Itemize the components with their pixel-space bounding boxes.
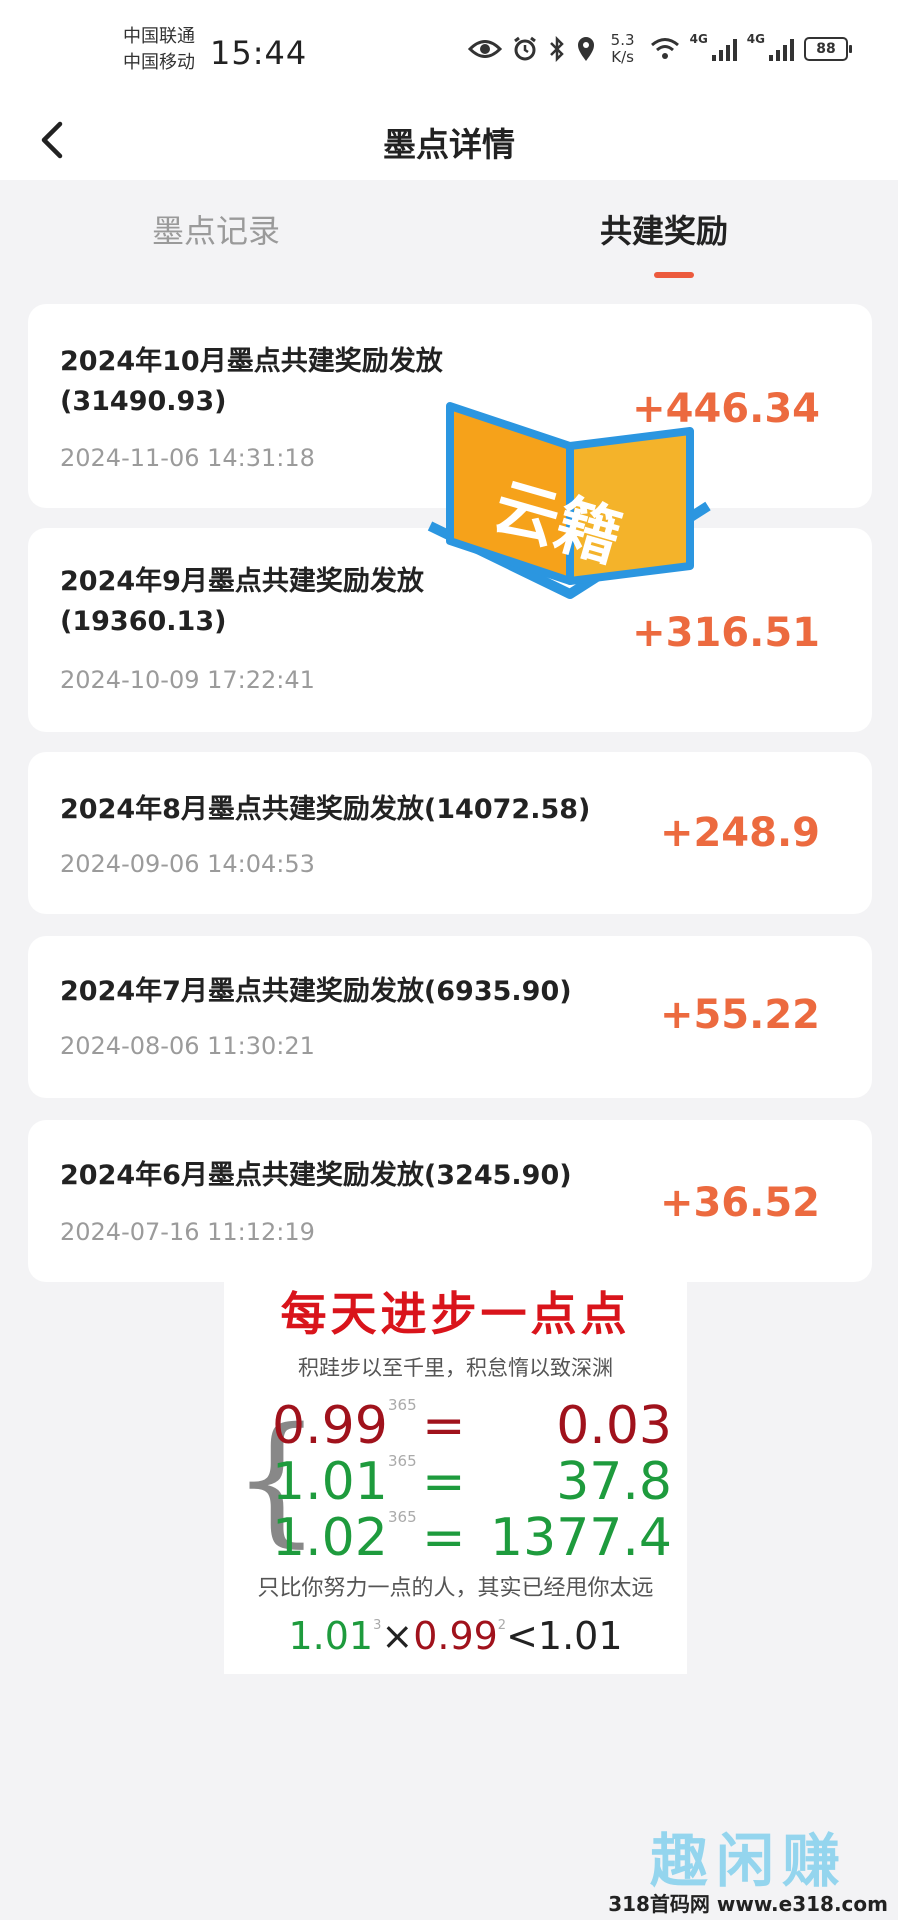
- record-amount: +36.52: [659, 1180, 820, 1226]
- equation-exponent: 365: [388, 1508, 417, 1526]
- record-amount: +316.51: [632, 610, 820, 656]
- carrier-1: 中国联通: [123, 26, 195, 47]
- active-tab-indicator: [654, 272, 694, 278]
- status-time: 15:44: [210, 34, 308, 72]
- status-icons: 5.3 K/s 4G 4G 88: [467, 32, 852, 66]
- carrier-labels: 中国联通 中国移动: [123, 24, 195, 76]
- network-type-2: 4G: [746, 32, 765, 46]
- equation-base: 1.02: [272, 1508, 388, 1568]
- status-bar: 中国联通 中国移动 15:44 5.3 K/s 4G 4G 88: [0, 0, 898, 104]
- equation-base: 0.99: [272, 1396, 388, 1456]
- battery-icon: 88: [804, 37, 852, 61]
- equation-equals: =: [422, 1508, 466, 1568]
- tab-co-build-rewards[interactable]: 共建奖励: [600, 206, 728, 252]
- signal-bars-icon: [711, 37, 737, 61]
- tab-points-records[interactable]: 墨点记录: [152, 206, 280, 252]
- equation-row: 1.02 365 = 1377.4: [272, 1508, 672, 1568]
- alarm-clock-icon: [513, 36, 536, 61]
- inspiration-poster: 每天进步一点点 积跬步以至千里，积怠惰以致深渊 { 0.99 365 = 0.0…: [224, 1270, 687, 1674]
- record-time: 2024-11-06 14:31:18: [60, 444, 315, 472]
- equation-base: 1.01: [272, 1452, 388, 1512]
- speed-value: 5.3: [610, 31, 635, 49]
- network-type-1: 4G: [689, 32, 708, 46]
- watermark-url: 318首码网 www.e318.com: [608, 1892, 888, 1916]
- record-amount: +55.22: [659, 992, 820, 1038]
- signal-bars-icon: [769, 37, 794, 61]
- record-title: 2024年6月墨点共建奖励发放(3245.90): [60, 1160, 572, 1191]
- eye-icon: [467, 40, 502, 58]
- location-pin-icon: [577, 37, 594, 61]
- reward-record-card[interactable]: 2024年6月墨点共建奖励发放(3245.90) 2024-07-16 11:1…: [28, 1120, 872, 1282]
- formula-b: 0.99: [413, 1614, 498, 1658]
- formula-b-exponent: 2: [497, 1618, 507, 1633]
- poster-note: 只比你努力一点的人，其实已经甩你太远: [257, 1576, 654, 1601]
- record-title: 2024年7月墨点共建奖励发放(6935.90): [60, 976, 572, 1007]
- equation-result: 0.03: [556, 1396, 672, 1456]
- nav-header: 墨点详情: [0, 104, 898, 180]
- record-time: 2024-07-16 11:12:19: [60, 1218, 315, 1246]
- record-time: 2024-10-09 17:22:41: [60, 666, 315, 694]
- formula-operator: ×: [381, 1614, 414, 1658]
- record-time: 2024-09-06 14:04:53: [60, 850, 315, 878]
- poster-formula: 1.013×0.992<1.01: [224, 1614, 687, 1658]
- record-time: 2024-08-06 11:30:21: [60, 1032, 315, 1060]
- battery-level: 88: [816, 41, 836, 57]
- poster-title: 每天进步一点点: [280, 1287, 631, 1341]
- watermark-brand: 趣闲赚: [649, 1827, 848, 1895]
- reward-record-card[interactable]: 2024年8月墨点共建奖励发放(14072.58) 2024-09-06 14:…: [28, 752, 872, 914]
- book-logo-icon: 云籍: [427, 402, 711, 599]
- reward-record-card[interactable]: 2024年7月墨点共建奖励发放(6935.90) 2024-08-06 11:3…: [28, 936, 872, 1098]
- equation-exponent: 365: [388, 1396, 417, 1414]
- wifi-icon: [650, 38, 679, 59]
- equation-row: 0.99 365 = 0.03: [272, 1396, 672, 1456]
- equation-result: 1377.4: [490, 1508, 672, 1568]
- equation-exponent: 365: [388, 1452, 417, 1470]
- carrier-2: 中国移动: [123, 52, 195, 73]
- formula-compare: <: [506, 1614, 538, 1658]
- equation-equals: =: [422, 1396, 466, 1456]
- poster-subtitle: 积跬步以至千里，积怠惰以致深渊: [298, 1356, 613, 1380]
- formula-c: 1.01: [537, 1614, 623, 1658]
- formula-a: 1.01: [288, 1614, 374, 1658]
- record-amount: +248.9: [659, 810, 820, 856]
- network-speed: 5.3 K/s: [606, 32, 640, 66]
- equation-result: 37.8: [556, 1452, 672, 1512]
- page-title: 墨点详情: [383, 125, 515, 164]
- bluetooth-icon: [549, 36, 564, 62]
- watermark-book-logo: 云籍: [420, 376, 720, 606]
- record-title: 2024年8月墨点共建奖励发放(14072.58): [60, 794, 591, 825]
- equation-row: 1.01 365 = 37.8: [272, 1452, 672, 1512]
- equation-equals: =: [422, 1452, 466, 1512]
- speed-unit: K/s: [611, 48, 634, 66]
